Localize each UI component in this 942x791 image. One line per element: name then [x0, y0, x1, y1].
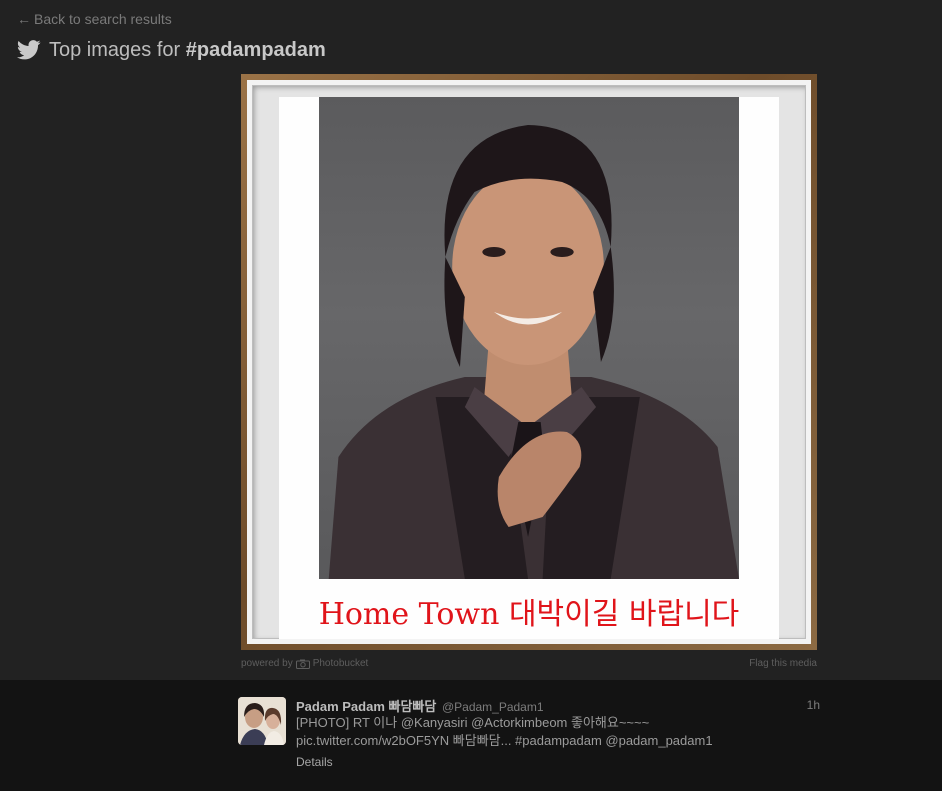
page-header: Top images for #padampadam — [17, 37, 326, 63]
provider-link[interactable]: Photobucket — [313, 658, 369, 669]
avatar-illustration — [238, 697, 286, 745]
avatar[interactable] — [238, 697, 286, 745]
media-frame[interactable]: Home Town 대박이길 바랍니다 — [241, 74, 817, 650]
powered-by-label: powered by — [241, 658, 293, 669]
back-to-search-link[interactable]: ← Back to search results — [17, 11, 172, 27]
flag-media-link[interactable]: Flag this media — [749, 658, 817, 669]
tweet-timestamp[interactable]: 1h — [807, 698, 820, 712]
powered-by: powered by Photobucket — [241, 658, 368, 669]
portrait-illustration — [328, 125, 739, 579]
tweet-line-2: pic.twitter.com/w2bOF5YN 빠담빠담... #padamp… — [296, 733, 713, 748]
twitter-bird-icon — [17, 40, 41, 60]
photo-paper: Home Town 대박이길 바랍니다 — [279, 97, 779, 639]
details-link[interactable]: Details — [296, 755, 333, 769]
title-prefix: Top images for — [49, 38, 186, 61]
portrait-photo — [319, 97, 739, 579]
back-arrow-icon: ← — [17, 11, 31, 27]
back-link-label: Back to search results — [34, 11, 172, 27]
author-name[interactable]: Padam Padam 빠담빠담 — [296, 699, 436, 714]
photo-caption: Home Town 대박이길 바랍니다 — [318, 597, 740, 632]
title-hashtag: #padampadam — [185, 38, 326, 61]
photo-mat: Home Town 대박이길 바랍니다 — [247, 80, 811, 644]
camera-icon — [295, 659, 310, 669]
tweet-text: [PHOTO] RT 이나 @Kanyasiri @Actorkimbeom 좋… — [296, 714, 816, 750]
page-title: Top images for #padampadam — [49, 39, 326, 62]
tweet-author[interactable]: Padam Padam 빠담빠담 @Padam_Padam1 — [296, 696, 544, 715]
tweet-line-1: [PHOTO] RT 이나 @Kanyasiri @Actorkimbeom 좋… — [296, 715, 650, 730]
author-handle[interactable]: @Padam_Padam1 — [442, 700, 544, 714]
tweet-card: Padam Padam 빠담빠담 @Padam_Padam1 1h [PHOTO… — [0, 680, 942, 791]
